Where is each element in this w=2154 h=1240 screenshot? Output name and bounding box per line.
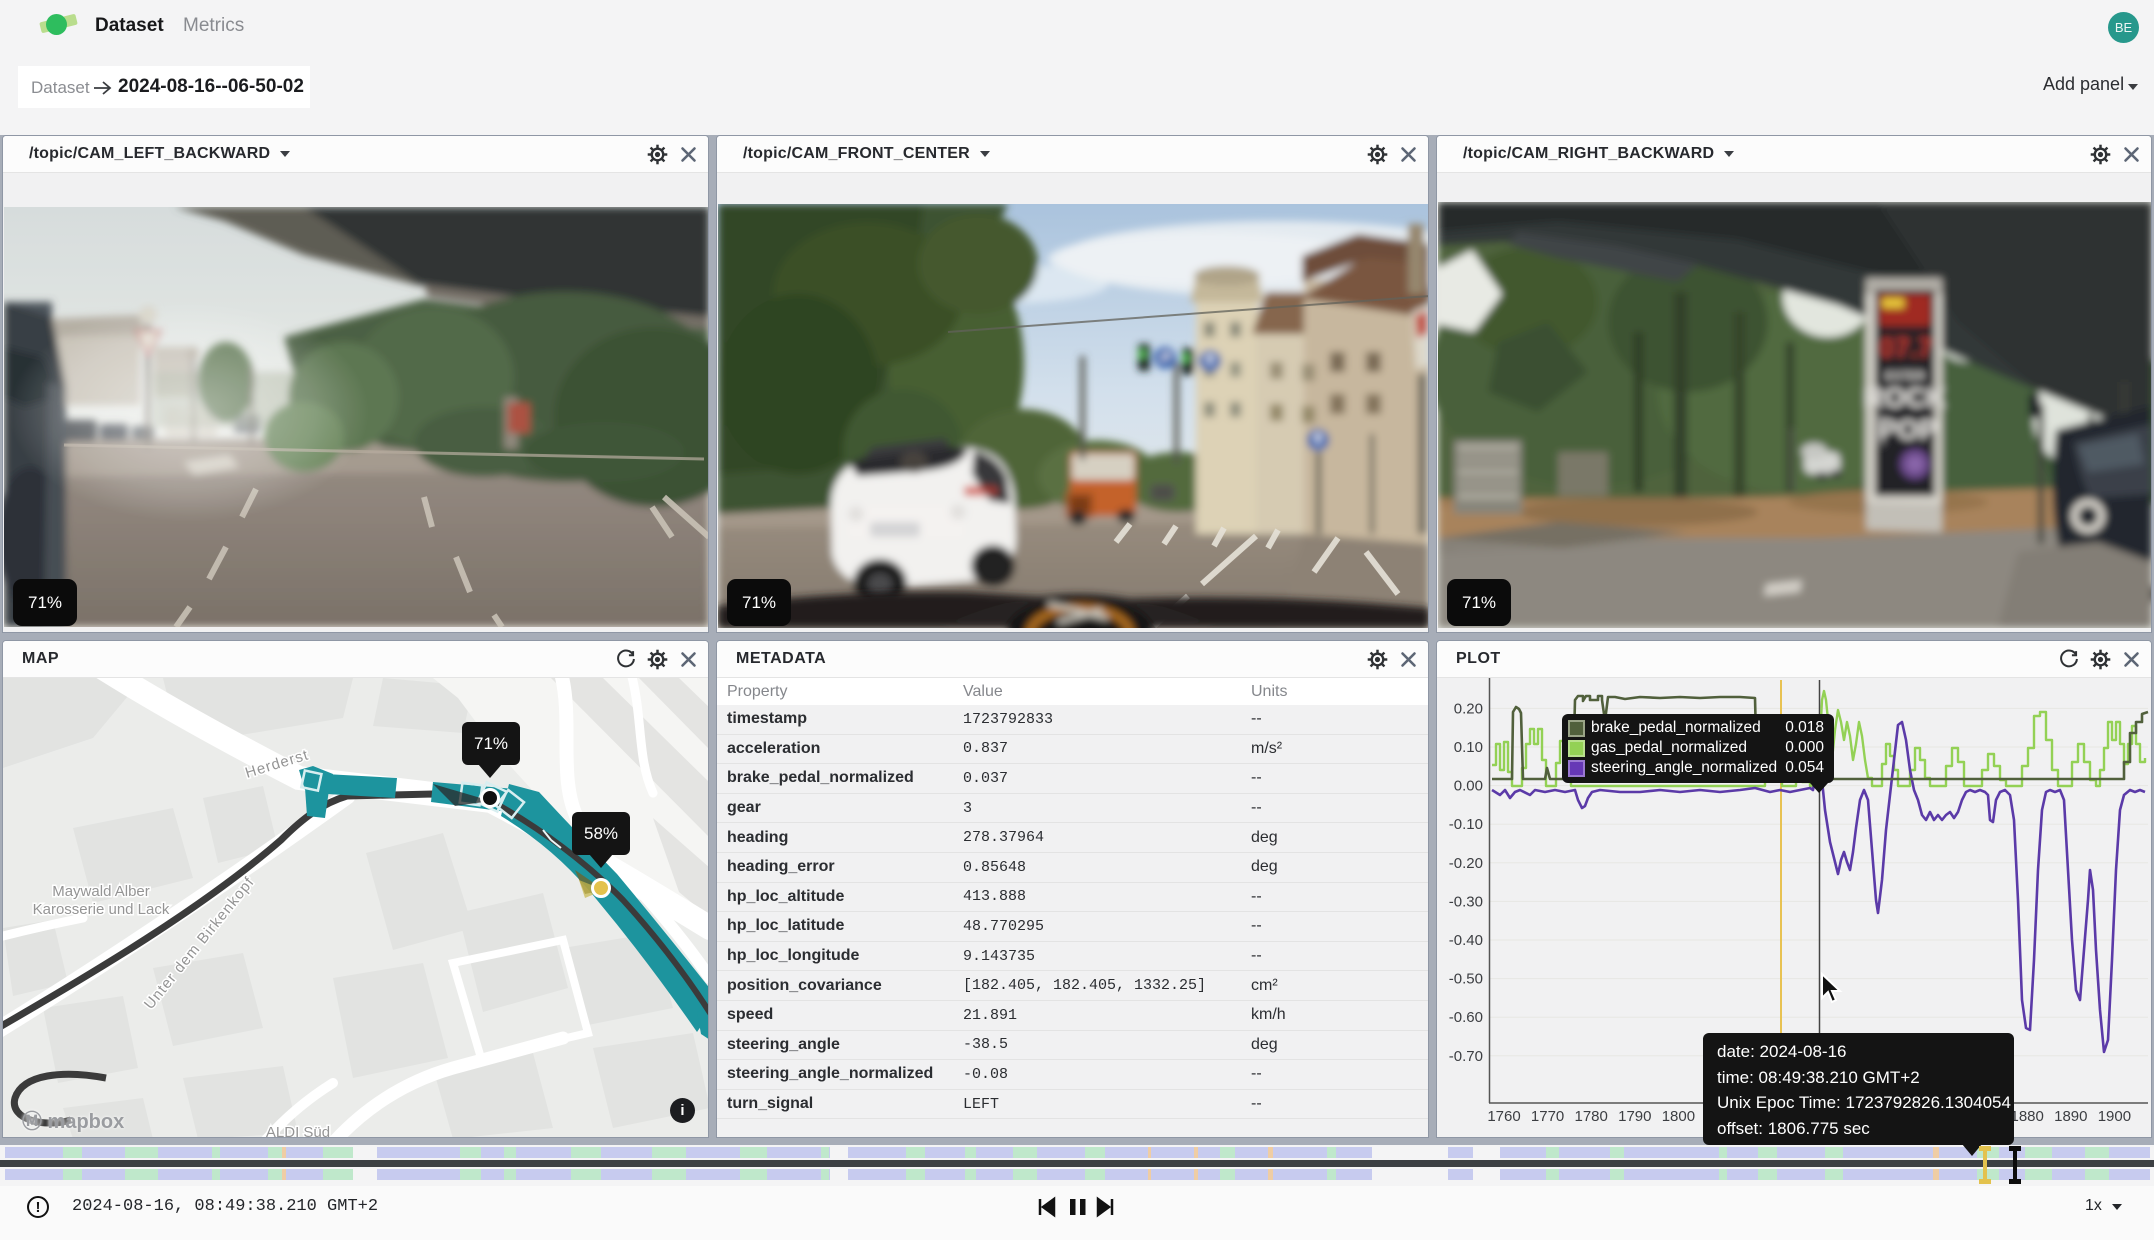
svg-text:1880: 1880 (2011, 1108, 2044, 1125)
svg-text:-0.20: -0.20 (1449, 855, 1483, 872)
svg-text:1770: 1770 (1531, 1108, 1564, 1125)
svg-text:1890: 1890 (2054, 1108, 2087, 1125)
svg-text:-0.50: -0.50 (1449, 971, 1483, 988)
svg-text:1780: 1780 (1575, 1108, 1608, 1125)
svg-text:1800: 1800 (1662, 1108, 1695, 1125)
svg-text:-0.70: -0.70 (1449, 1048, 1483, 1065)
svg-text:1900: 1900 (2098, 1108, 2131, 1125)
svg-text:-0.60: -0.60 (1449, 1009, 1483, 1026)
svg-text:1790: 1790 (1618, 1108, 1651, 1125)
svg-text:0.10: 0.10 (1454, 739, 1483, 756)
svg-text:-0.10: -0.10 (1449, 816, 1483, 833)
svg-text:-0.40: -0.40 (1449, 932, 1483, 949)
svg-text:0.00: 0.00 (1454, 778, 1483, 795)
svg-text:0.20: 0.20 (1454, 700, 1483, 717)
svg-text:1760: 1760 (1487, 1108, 1520, 1125)
svg-text:-0.30: -0.30 (1449, 893, 1483, 910)
